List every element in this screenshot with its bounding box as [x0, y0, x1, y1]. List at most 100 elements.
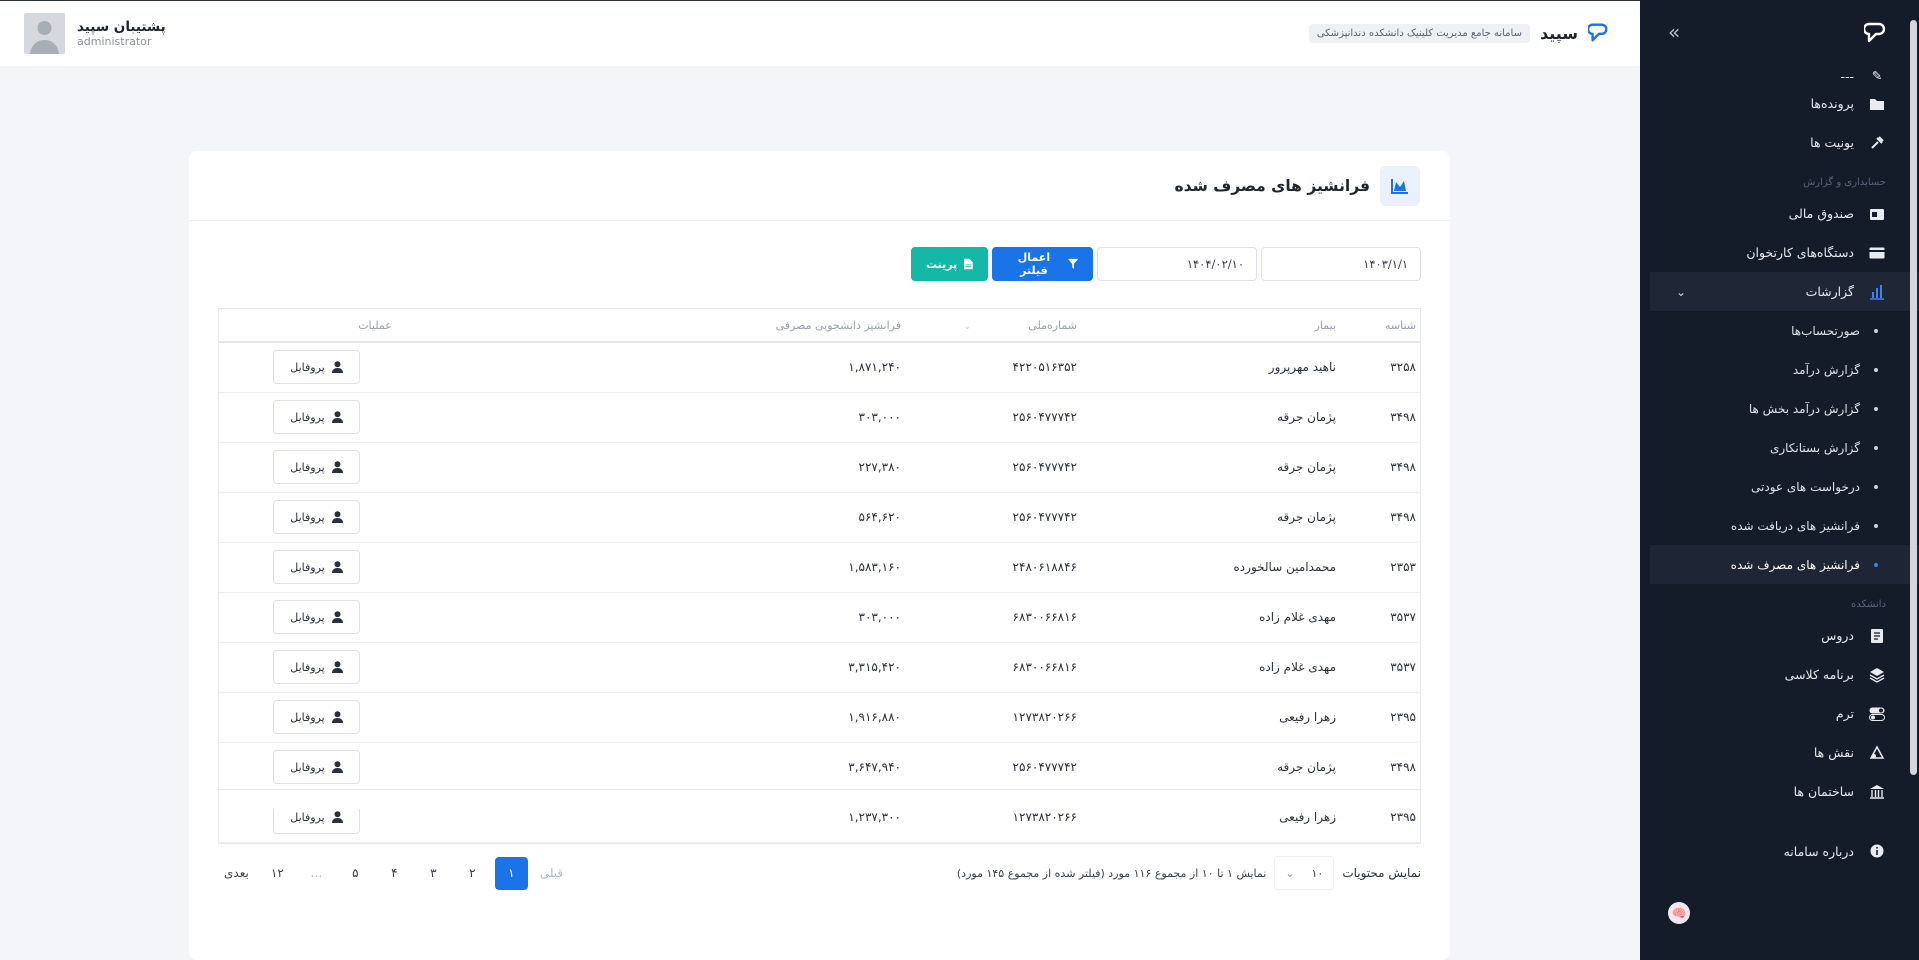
table-header-row: شناسه بیمار شماره‌ملی ⌄ فرانشیز دانشجویی… [219, 309, 1420, 343]
sidebar-item-schedule[interactable]: برنامه کلاسی [1650, 655, 1919, 694]
next-page-button[interactable]: بعدی [218, 857, 255, 890]
profile-button[interactable]: پروفایل [273, 450, 360, 484]
profile-button[interactable]: پروفایل [273, 700, 360, 734]
profile-label: پروفایل [290, 710, 325, 724]
sidebar-item-units[interactable]: یونیت ها [1650, 123, 1919, 162]
page-3-button[interactable]: ۳ [417, 857, 450, 890]
sidebar-sub-income[interactable]: گزارش درآمد [1650, 350, 1919, 389]
sidebar-sub-label: گزارش درآمد بخش ها [1748, 401, 1860, 416]
apply-filter-label: اعمال فیلتر [1017, 251, 1051, 277]
sepid-logo-icon[interactable] [1863, 19, 1889, 45]
sidebar-header: » [1640, 0, 1919, 64]
avatar[interactable] [24, 13, 65, 54]
profile-label: پروفایل [290, 660, 325, 674]
col-national-id-label: شماره‌ملی [1028, 318, 1077, 332]
pagination-ellipsis: … [310, 866, 323, 880]
page-5-button[interactable]: ۵ [339, 857, 372, 890]
sidebar-menu[interactable]: ✎ --- پرونده‌ها یونیت ها حسابداری و گزار… [1650, 64, 1919, 960]
brand-name: سپید [1539, 24, 1578, 43]
last-page-button[interactable]: ۱۲ [261, 857, 294, 890]
shapes-icon [1868, 744, 1886, 762]
profile-label: پروفایل [290, 510, 325, 524]
sidebar-item-reports[interactable]: گزارشات ⌄ [1650, 272, 1919, 311]
user-icon [331, 411, 343, 423]
profile-button[interactable]: پروفایل [273, 550, 360, 584]
page-2-button[interactable]: ۲ [456, 857, 489, 890]
col-patient[interactable]: بیمار [1081, 309, 1340, 343]
sidebar-sub-credit[interactable]: گزارش بستانکاری [1650, 428, 1919, 467]
profile-button[interactable]: پروفایل [273, 400, 360, 434]
cell-patient: زهرا رفیعی [1081, 692, 1340, 743]
cell-actions: پروفایل [219, 692, 577, 743]
cell-national-id: ۴۲۲۰۵۱۶۳۵۲ [905, 342, 1081, 393]
sidebar-item-card-readers[interactable]: دستگاه‌های کارتخوان [1650, 233, 1919, 272]
print-button[interactable]: پرینت [911, 247, 988, 281]
cash-register-icon [1868, 205, 1886, 223]
cell-id: ۳۵۳۷ [1340, 592, 1420, 643]
brain-icon[interactable]: 🧠 [1668, 902, 1690, 924]
card-header: فرانشیز های مصرف شده [189, 151, 1450, 221]
brand[interactable]: سپید سامانه جامع مدیریت کلینیک دانشکده د… [1308, 21, 1610, 47]
apply-filter-button[interactable]: اعمال فیلتر [992, 247, 1093, 281]
cell-id: ۳۴۹۸ [1340, 742, 1420, 793]
cell-patient: پژمان جرقه [1081, 392, 1340, 443]
cell-patient: پژمان جرقه [1081, 442, 1340, 493]
profile-button[interactable]: پروفایل [273, 600, 360, 634]
cell-national-id: ۲۵۶۰۴۷۷۷۴۲ [905, 442, 1081, 493]
sidebar-item-partial[interactable]: ✎ --- [1650, 64, 1919, 85]
layers-icon [1868, 666, 1886, 684]
page-4-button[interactable]: ۴ [378, 857, 411, 890]
col-id[interactable]: شناسه [1340, 309, 1420, 343]
sidebar-item-about[interactable]: درباره سامانه [1650, 837, 1919, 865]
sort-icon: ⌄ [964, 321, 971, 331]
sidebar-item-cash-box[interactable]: صندوق مالی [1650, 194, 1919, 233]
user-menu[interactable]: پشتیبان سپید administrator [24, 13, 166, 54]
cell-patient: مهدی غلام زاده [1081, 642, 1340, 693]
profile-button[interactable]: پروفایل [273, 750, 360, 784]
document-icon [964, 258, 973, 270]
table-row: ۳۴۹۸ پژمان جرقه ۲۵۶۰۴۷۷۷۴۲ ۳,۶۴۷,۹۴۰ پروفایل [219, 742, 1420, 793]
user-info: پشتیبان سپید administrator [77, 19, 166, 48]
prev-page-button[interactable]: قبلی [534, 857, 569, 890]
collapse-sidebar-icon[interactable]: » [1668, 20, 1680, 44]
sidebar-item-term[interactable]: ترم [1650, 694, 1919, 733]
pagination: قبلی ۱ ۲ ۳ ۴ ۵ … ۱۲ بعدی [218, 856, 569, 890]
sidebar-sub-invoices[interactable]: صورتحساب‌ها [1650, 311, 1919, 350]
sidebar-sub-received-franchise[interactable]: فرانشیز های دریافت شده [1650, 506, 1919, 545]
toggle-icon [1868, 705, 1886, 723]
cell-franchise: ۵۶۴,۶۲۰ [577, 492, 905, 543]
sidebar-scrollbar[interactable] [1910, 20, 1917, 775]
sidebar-sub-used-franchise[interactable]: فرانشیز های مصرف شده [1650, 545, 1919, 584]
profile-label: پروفایل [290, 560, 325, 574]
col-national-id[interactable]: شماره‌ملی ⌄ [905, 309, 1081, 343]
reports-chart-icon [1868, 283, 1886, 301]
sidebar-item-buildings[interactable]: ساختمان ها [1650, 772, 1919, 811]
profile-button[interactable]: پروفایل [273, 650, 360, 684]
cell-id: ۳۲۵۸ [1340, 342, 1420, 393]
sidebar-item-files[interactable]: پرونده‌ها [1650, 84, 1919, 123]
sidebar-sub-dept-income[interactable]: گزارش درآمد بخش ها [1650, 389, 1919, 428]
sidebar-sub-refunds[interactable]: درخواست های عودتی [1650, 467, 1919, 506]
sidebar-item-label: گزارشات [1805, 284, 1854, 299]
cell-national-id: ۲۵۶۰۴۷۷۷۴۲ [905, 392, 1081, 443]
table-row: ۲۳۵۳ محمدامین سالخورده ۲۴۸۰۶۱۸۸۴۶ ۱,۵۸۳,۱۶۰… [219, 542, 1420, 593]
profile-label: پروفایل [290, 610, 325, 624]
sidebar-item-roles[interactable]: نقش ها [1650, 733, 1919, 772]
cell-patient: پژمان جرقه [1081, 492, 1340, 543]
franchise-report-icon [1380, 165, 1420, 206]
cell-actions: پروفایل [219, 342, 577, 393]
profile-button[interactable]: پروفایل [273, 500, 360, 534]
col-franchise[interactable]: فرانشیز دانشجویی مصرفی [577, 309, 905, 343]
table-row: ۲۳۹۵ زهرا رفیعی ۱۲۷۳۸۲۰۲۶۶ ۱,۹۱۶,۸۸۰ پروفایل [219, 692, 1420, 743]
user-icon [331, 361, 343, 374]
page-size-select[interactable]: ۱۰ ⌄ [1274, 856, 1335, 890]
col-actions-label: عملیات [358, 318, 392, 332]
date-to-input[interactable] [1097, 247, 1257, 281]
date-from-input[interactable] [1261, 247, 1421, 281]
user-icon [331, 761, 343, 773]
cell-franchise: ۳۰۳,۰۰۰ [577, 592, 905, 643]
page-1-button[interactable]: ۱ [494, 856, 528, 890]
profile-button[interactable]: پروفایل [273, 350, 360, 385]
sidebar-item-label: درباره سامانه [1783, 843, 1854, 859]
sidebar-item-courses[interactable]: دروس [1650, 616, 1919, 655]
